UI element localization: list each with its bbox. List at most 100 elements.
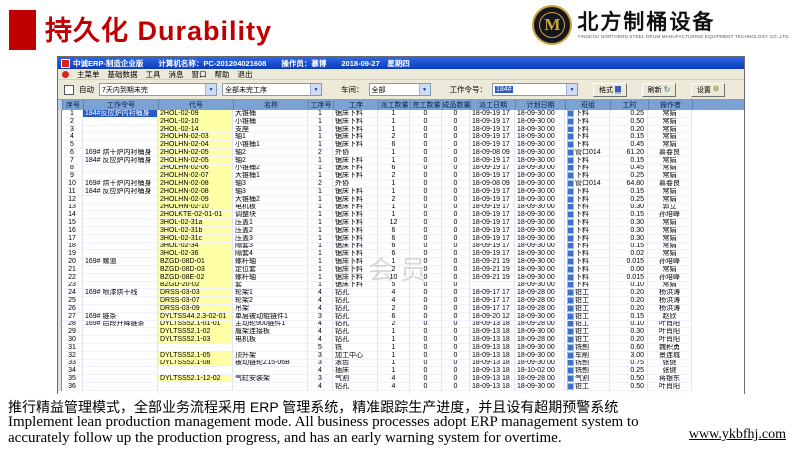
cell-dispatch-date[interactable]: 18-09-19 17 (470, 227, 515, 235)
cell-operator[interactable]: 常娟 (648, 266, 692, 274)
cell-done-qty[interactable]: 0 (410, 110, 442, 118)
cell-product-qty[interactable]: 0 (442, 172, 470, 180)
cell-work-order[interactable] (83, 328, 158, 336)
cell-code[interactable]: DYLTSS52.1-03 (158, 336, 233, 344)
cell-hours[interactable]: 0.20 (610, 297, 648, 305)
website-link[interactable]: www.ykbfhj.com (689, 427, 786, 443)
table-row[interactable]: 173HOL-02-31c压盖31锯床下料60018-09-19 1718-09… (58, 235, 744, 243)
cell-operation[interactable]: 锯床下料 (333, 282, 378, 290)
cell-operator[interactable]: 慕春良 (648, 180, 692, 188)
table-row[interactable]: 22BZGD-08E-02螺杆轴1锯床下料100018-09-21 1918-0… (58, 274, 744, 282)
cell-dispatch-qty[interactable]: 6 (378, 141, 410, 149)
cell-dispatch-qty[interactable]: 1 (378, 149, 410, 157)
cell-operator[interactable]: 蒋银东 (648, 375, 692, 383)
cell-code[interactable]: 2HOLHN-02-05 (158, 149, 233, 157)
cell-no[interactable]: 33 (62, 360, 83, 368)
cell-dispatch-qty[interactable]: 2 (378, 266, 410, 274)
cell-code[interactable]: BZGD-20-02 (158, 282, 233, 290)
cell-product-qty[interactable]: 0 (442, 141, 470, 149)
cell-product-qty[interactable]: 0 (442, 313, 470, 321)
cell-team[interactable]: 下料 (565, 133, 610, 141)
cell-hours[interactable]: 0.015 (610, 258, 648, 266)
cell-operation[interactable]: 锯床下料 (333, 133, 378, 141)
auto-checkbox[interactable] (64, 85, 74, 95)
workshop-select[interactable]: 全部 ▼ (369, 83, 431, 96)
cell-op-no[interactable]: 1 (308, 110, 333, 118)
cell-dispatch-date[interactable]: 18-09-19 17 (470, 141, 515, 149)
table-row[interactable]: 6169# 烘干炉内衬桶身2HOLHN-02-05轴22外协10018-09-0… (58, 149, 744, 157)
cell-product-qty[interactable]: 0 (442, 383, 470, 391)
cell-plan-date[interactable]: 18-09-30 00 (515, 188, 565, 196)
cell-work-order[interactable] (83, 243, 158, 251)
cell-work-order[interactable] (83, 305, 158, 313)
cell-dispatch-qty[interactable]: 1 (378, 188, 410, 196)
cell-done-qty[interactable]: 0 (410, 250, 442, 258)
cell-operation[interactable]: 滚齿 (333, 360, 378, 368)
cell-dispatch-qty[interactable]: 1 (378, 204, 410, 212)
cell-op-no[interactable]: 1 (308, 258, 333, 266)
cell-no[interactable]: 5 (62, 141, 83, 149)
cell-no[interactable]: 18 (62, 243, 83, 251)
cell-operator[interactable]: 常娟 (648, 196, 692, 204)
cell-operator[interactable]: 常娟 (648, 165, 692, 173)
cell-no[interactable]: 19 (62, 250, 83, 258)
cell-code[interactable]: 2HOLHN-02-08 (158, 188, 233, 196)
cell-work-order[interactable] (83, 172, 158, 180)
cell-team[interactable]: 下料 (565, 172, 610, 180)
cell-plan-date[interactable]: 18-09-28 00 (515, 305, 565, 313)
cell-done-qty[interactable]: 0 (410, 344, 442, 352)
cell-operator[interactable]: 常娟 (648, 157, 692, 165)
cell-name[interactable]: 被动链轮Z15-06B (233, 360, 308, 368)
cell-name[interactable]: 主动轮900链件1 (233, 321, 308, 329)
cell-op-no[interactable]: 1 (308, 266, 333, 274)
cell-team[interactable]: 铣刨 (565, 367, 610, 375)
cell-dispatch-date[interactable]: 18-09-19 17 (470, 243, 515, 251)
cell-done-qty[interactable]: 0 (410, 172, 442, 180)
cell-work-order[interactable] (83, 336, 158, 344)
column-header-op-no[interactable]: 工序号 (309, 100, 334, 110)
cell-name[interactable]: 定位套 (233, 266, 308, 274)
cell-team[interactable]: 管口014 (565, 149, 610, 157)
cell-code[interactable]: 2HOLHN-02-09 (158, 196, 233, 204)
cell-op-no[interactable]: 4 (308, 321, 333, 329)
cell-dispatch-qty[interactable]: 1 (378, 180, 410, 188)
table-row[interactable]: 21BZGD-08D-03定位套1锯床下料20018-09-21 1918-09… (58, 266, 744, 274)
table-row[interactable]: 22HOL-02-10小锥桶1锯床下料10018-09-19 1718-09-3… (58, 118, 744, 126)
cell-operator[interactable]: 常娟 (648, 219, 692, 227)
cell-name[interactable]: 螺杆轴 (233, 274, 308, 282)
cell-code[interactable]: 2HOLHN-02-08 (158, 180, 233, 188)
column-header-team[interactable]: 班组 (566, 100, 611, 110)
cell-dispatch-qty[interactable]: 2 (378, 196, 410, 204)
cell-product-qty[interactable]: 0 (442, 188, 470, 196)
cell-dispatch-date[interactable]: 18-09-19 17 (470, 126, 515, 134)
cell-code[interactable]: 2HOL-02-14 (158, 126, 233, 134)
cell-dispatch-qty[interactable]: 4 (378, 383, 410, 391)
cell-done-qty[interactable]: 0 (410, 321, 442, 329)
cell-op-no[interactable]: 3 (308, 352, 333, 360)
cell-plan-date[interactable]: 18-10-02 00 (515, 367, 565, 375)
cell-dispatch-date[interactable]: 18-09-21 19 (470, 274, 515, 282)
cell-name[interactable]: 轴1 (233, 133, 308, 141)
cell-hours[interactable]: 0.20 (610, 126, 648, 134)
cell-plan-date[interactable]: 18-09-30 00 (515, 118, 565, 126)
cell-dispatch-qty[interactable]: 4 (378, 289, 410, 297)
cell-name[interactable]: 隔套4 (233, 250, 308, 258)
cell-operator[interactable]: 魏积勇 (648, 344, 692, 352)
table-row[interactable]: 24169# 喷漆烘干线DRSS-03-03轮架14钻孔40018-09-17 … (58, 289, 744, 297)
cell-work-order[interactable] (83, 235, 158, 243)
cell-team[interactable]: 下料 (565, 219, 610, 227)
cell-operator[interactable]: 叶肖阳 (648, 336, 692, 344)
cell-work-order[interactable] (83, 219, 158, 227)
cell-op-no[interactable]: 1 (308, 227, 333, 235)
cell-done-qty[interactable]: 0 (410, 352, 442, 360)
cell-operator[interactable]: 杨洪涛 (648, 297, 692, 305)
cell-dispatch-date[interactable]: 18-09-19 17 (470, 211, 515, 219)
cell-name[interactable]: 支座 (233, 126, 308, 134)
cell-hours[interactable]: 0.45 (610, 165, 648, 173)
cell-team[interactable]: 下料 (565, 250, 610, 258)
cell-operation[interactable]: 锯床下料 (333, 258, 378, 266)
cell-product-qty[interactable]: 0 (442, 219, 470, 227)
cell-dispatch-qty[interactable]: 4 (378, 375, 410, 383)
cell-done-qty[interactable]: 0 (410, 274, 442, 282)
cell-operator[interactable]: 慕春良 (648, 149, 692, 157)
